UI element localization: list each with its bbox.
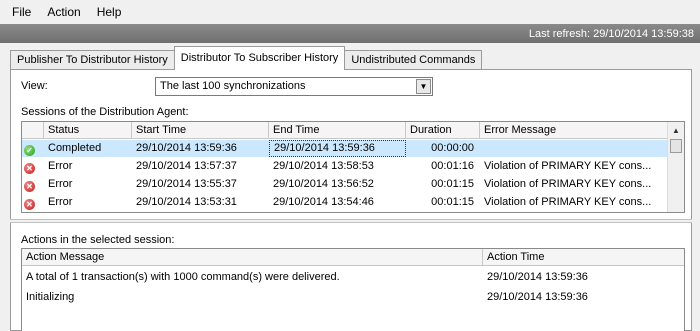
row-selector-header — [22, 122, 44, 139]
session-status: Error — [48, 196, 73, 208]
session-error-message — [480, 140, 669, 157]
session-duration: 00:00:00 — [431, 142, 474, 154]
session-status: Error — [48, 160, 73, 172]
session-duration: 00:01:16 — [431, 160, 474, 172]
status-icon-cell: ✕ — [22, 194, 44, 211]
session-start-time: 29/10/2014 13:53:31 — [136, 196, 237, 208]
view-dropdown[interactable]: The last 100 synchronizations ▼ — [155, 77, 433, 96]
actions-title: Actions in the selected session: — [21, 234, 175, 246]
session-error-message: Violation of PRIMARY KEY cons... — [484, 160, 652, 172]
tab-publisher-to-distributor[interactable]: Publisher To Distributor History — [10, 50, 175, 70]
action-time: 29/10/2014 13:59:36 — [487, 271, 588, 283]
col-action-time[interactable]: Action Time — [483, 249, 684, 266]
last-refresh-text: Last refresh: 29/10/2014 13:59:38 — [528, 27, 694, 40]
sessions-header: Status Start Time End Time Duration Erro… — [22, 122, 669, 139]
session-error-message: Violation of PRIMARY KEY cons... — [484, 196, 652, 208]
tab-distributor-to-subscriber[interactable]: Distributor To Subscriber History — [173, 46, 346, 70]
tab-undistributed-commands[interactable]: Undistributed Commands — [344, 50, 483, 70]
session-end-time: 29/10/2014 13:59:36 — [269, 140, 406, 157]
session-row[interactable]: ✓ Completed 29/10/2014 13:59:36 29/10/20… — [22, 140, 669, 157]
action-message: Initializing — [26, 291, 75, 303]
sessions-grid: Status Start Time End Time Duration Erro… — [21, 121, 685, 213]
menu-action[interactable]: Action — [39, 0, 88, 24]
session-error-message: Violation of PRIMARY KEY cons... — [484, 178, 652, 190]
session-row[interactable]: ✕ Error 29/10/2014 13:55:37 29/10/2014 1… — [22, 176, 669, 193]
success-check-icon: ✓ — [24, 145, 35, 156]
col-error-message[interactable]: Error Message — [480, 122, 669, 139]
col-start-time[interactable]: Start Time — [132, 122, 269, 139]
error-x-icon: ✕ — [24, 181, 35, 192]
actions-grid: Action Message Action Time A total of 1 … — [21, 248, 685, 331]
session-start-time: 29/10/2014 13:59:36 — [136, 142, 237, 154]
status-icon-cell: ✕ — [22, 158, 44, 175]
menu-file[interactable]: File — [4, 0, 39, 24]
tab-strip: Publisher To Distributor History Distrib… — [10, 46, 483, 70]
session-row[interactable]: ✕ Error 29/10/2014 13:57:37 29/10/2014 1… — [22, 158, 669, 175]
sessions-title: Sessions of the Distribution Agent: — [21, 106, 189, 118]
action-row[interactable]: Initializing 29/10/2014 13:59:36 — [22, 289, 684, 306]
chevron-down-icon[interactable]: ▼ — [416, 79, 431, 94]
scroll-up-icon[interactable]: ▲ — [668, 122, 684, 138]
session-end-time: 29/10/2014 13:56:52 — [273, 178, 374, 190]
col-status[interactable]: Status — [44, 122, 132, 139]
session-status: Completed — [48, 142, 102, 154]
error-x-icon: ✕ — [24, 199, 35, 210]
status-bar: Last refresh: 29/10/2014 13:59:38 — [0, 24, 700, 43]
session-end-time: 29/10/2014 13:58:53 — [273, 160, 374, 172]
col-action-message[interactable]: Action Message — [22, 249, 483, 266]
col-duration[interactable]: Duration — [406, 122, 480, 139]
view-selected-value: The last 100 synchronizations — [160, 80, 306, 92]
tab-panel: View: The last 100 synchronizations ▼ Se… — [10, 69, 692, 331]
error-x-icon: ✕ — [24, 163, 35, 174]
session-end-time: 29/10/2014 13:54:46 — [273, 196, 374, 208]
status-icon-cell: ✓ — [22, 140, 44, 157]
scroll-thumb[interactable] — [670, 139, 682, 153]
action-message: A total of 1 transaction(s) with 1000 co… — [26, 271, 340, 283]
session-duration: 00:01:15 — [431, 178, 474, 190]
status-icon-cell: ✕ — [22, 176, 44, 193]
session-start-time: 29/10/2014 13:57:37 — [136, 160, 237, 172]
col-end-time[interactable]: End Time — [269, 122, 406, 139]
menu-help[interactable]: Help — [89, 0, 130, 24]
session-row[interactable]: ✕ Error 29/10/2014 13:53:31 29/10/2014 1… — [22, 194, 669, 211]
session-status: Error — [48, 178, 73, 190]
session-duration: 00:01:15 — [431, 196, 474, 208]
action-row[interactable]: A total of 1 transaction(s) with 1000 co… — [22, 269, 684, 286]
splitter-bar[interactable] — [10, 219, 692, 223]
actions-header: Action Message Action Time — [22, 249, 684, 266]
sessions-scrollbar[interactable]: ▲ — [667, 122, 684, 212]
view-label: View: — [21, 80, 48, 92]
menu-bar: File Action Help — [0, 0, 700, 24]
action-time: 29/10/2014 13:59:36 — [487, 291, 588, 303]
session-start-time: 29/10/2014 13:55:37 — [136, 178, 237, 190]
